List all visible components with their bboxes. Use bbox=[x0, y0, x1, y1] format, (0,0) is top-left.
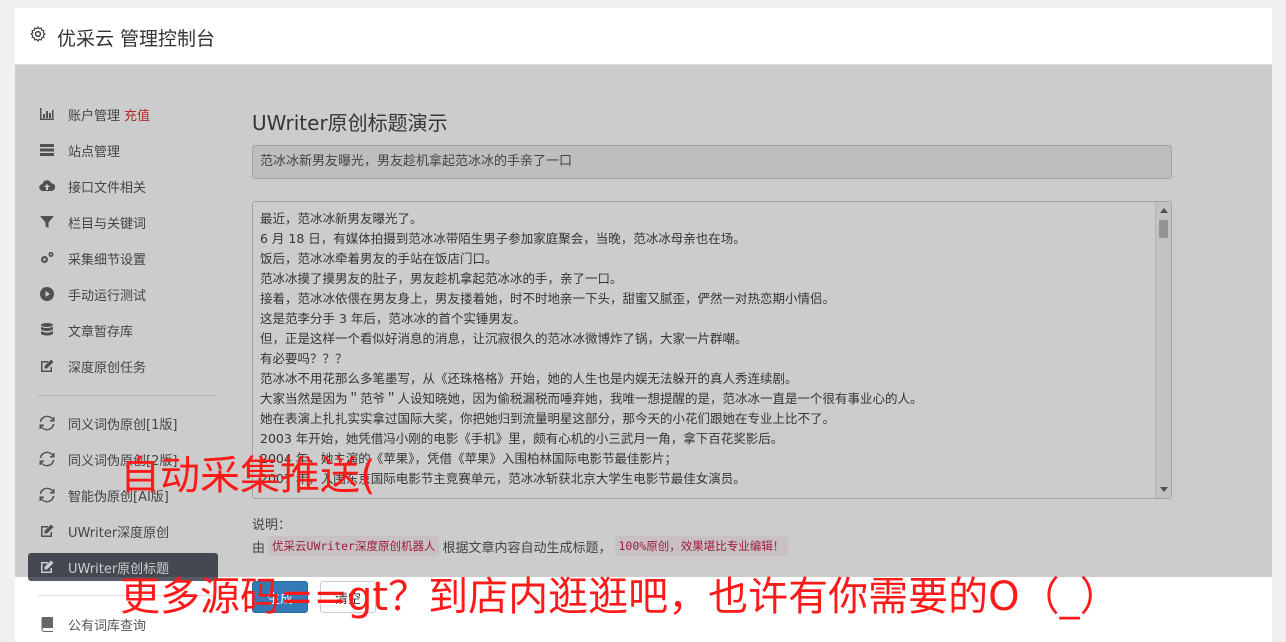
title-field[interactable]: 范冰冰新男友曝光，男友趁机拿起范冰冰的手亲了一口 bbox=[252, 145, 1172, 179]
content-shell: 账户管理 充值 站点管理 接口文件相关 栏目与关键词 采集细节设置 手动运行测试… bbox=[15, 65, 1272, 642]
article-line: 2007 年，入围东京国际电影节主竞赛单元，范冰冰斩获北京大学生电影节最佳女演员… bbox=[260, 471, 746, 486]
sidebar-item-columns-keywords[interactable]: 栏目与关键词 bbox=[28, 208, 218, 236]
sidebar-item-deep-original-task[interactable]: 深度原创任务 bbox=[28, 352, 218, 380]
refresh-icon bbox=[38, 451, 56, 467]
article-line: 最近，范冰冰新男友曝光了。 bbox=[260, 211, 423, 226]
sidebar-item-uwriter-deep[interactable]: UWriter深度原创 bbox=[28, 517, 218, 545]
sidebar-item-account[interactable]: 账户管理 充值 bbox=[28, 100, 218, 128]
watermark-line-1: 自动采集推送( bbox=[120, 453, 376, 499]
sidebar-item-label: 深度原创任务 bbox=[68, 360, 147, 376]
article-line: 饭后，范冰冰牵着男友的手站在饭店门口。 bbox=[260, 251, 498, 266]
edit-icon bbox=[38, 559, 56, 575]
article-line: 2003 年开始，她凭借冯小刚的电影《手机》里，颇有心机的小三武月一角，拿下百花… bbox=[260, 431, 784, 446]
sidebar-item-label: 手动运行测试 bbox=[68, 288, 147, 304]
scroll-thumb[interactable] bbox=[1159, 220, 1168, 238]
article-line: 范冰冰不用花那么多笔墨写，从《还珠格格》开始，她的人生也是内娱无法躲开的真人秀连… bbox=[260, 371, 798, 386]
article-line: 有必要吗？？？ bbox=[260, 351, 348, 366]
app-title: 优采云 管理控制台 bbox=[57, 28, 216, 50]
sidebar-item-sites[interactable]: 站点管理 bbox=[28, 136, 218, 164]
sidebar-item-label: 采集细节设置 bbox=[68, 252, 147, 268]
article-line: 她在表演上扎扎实实拿过国际大奖，你把她归到流量明星这部分，那今天的小花们跟她在专… bbox=[260, 411, 836, 426]
sidebar-item-collect-settings[interactable]: 采集细节设置 bbox=[28, 244, 218, 272]
watermark-line-2: 更多源码==gt？到店内逛逛吧，也许有你需要的O（_） bbox=[120, 574, 1120, 620]
article-line: 2004 年，她主演的《苹果》，凭借《苹果》入围柏林国际电影节最佳影片； bbox=[260, 451, 678, 466]
scrollbar[interactable] bbox=[1155, 202, 1171, 498]
main-panel: UWriter原创标题演示 范冰冰新男友曝光，男友趁机拿起范冰冰的手亲了一口 最… bbox=[252, 65, 1272, 642]
article-line: 大家当然是因为＂范爷＂人设知晓她，因为偷税漏税而唾弃她，我唯一想提醒的是，范冰冰… bbox=[260, 391, 923, 406]
sidebar-item-manual-run[interactable]: 手动运行测试 bbox=[28, 280, 218, 308]
sidebar-item-label: 站点管理 bbox=[68, 144, 121, 160]
sidebar: 账户管理 充值 站点管理 接口文件相关 栏目与关键词 采集细节设置 手动运行测试… bbox=[15, 65, 225, 642]
bar-chart-icon bbox=[38, 106, 56, 122]
filter-icon bbox=[38, 214, 56, 230]
gear-icon bbox=[30, 26, 46, 42]
edit-icon bbox=[38, 358, 56, 374]
sidebar-divider bbox=[38, 395, 216, 396]
page-title: UWriter原创标题演示 bbox=[252, 111, 448, 135]
article-line: 但，正是这样一个看似好消息的消息，让沉寂很久的范冰冰微博炸了锅，大家一片群嘲。 bbox=[260, 331, 748, 346]
note-prefix: 由 bbox=[252, 540, 266, 556]
play-circle-icon bbox=[38, 286, 56, 302]
sidebar-item-synonym-v1[interactable]: 同义词伪原创[1版] bbox=[28, 409, 218, 437]
sidebar-item-label: 文章暂存库 bbox=[68, 324, 134, 340]
book-icon bbox=[38, 616, 56, 632]
sidebar-item-article-cache[interactable]: 文章暂存库 bbox=[28, 316, 218, 344]
article-line: 接着，范冰冰依偎在男友身上，男友搂着她，时不时地亲一下头，甜蜜又腻歪，俨然一对热… bbox=[260, 291, 836, 306]
sidebar-item-interface-files[interactable]: 接口文件相关 bbox=[28, 172, 218, 200]
robot-name-code: 优采云UWriter深度原创机器人 bbox=[268, 536, 440, 556]
cogs-icon bbox=[38, 250, 56, 266]
recharge-link[interactable]: 充值 bbox=[124, 105, 150, 124]
article-content: 最近，范冰冰新男友曝光了。 6 月 18 日，有媒体拍摄到范冰冰带陌生男子参加家庭… bbox=[260, 209, 1151, 489]
article-line: 范冰冰摸了摸男友的肚子，男友趁机拿起范冰冰的手，亲了一口。 bbox=[260, 271, 623, 286]
quality-code: 100%原创，效果堪比专业编辑！ bbox=[614, 536, 789, 556]
cloud-upload-icon bbox=[38, 178, 56, 194]
refresh-icon bbox=[38, 487, 56, 503]
article-line: 这是范李分手 3 年后，范冰冰的首个实锤男友。 bbox=[260, 311, 526, 326]
note-text: 由 优采云UWriter深度原创机器人 根据文章内容自动生成标题， 100%原创… bbox=[252, 536, 791, 556]
server-icon bbox=[38, 142, 56, 158]
refresh-icon bbox=[38, 415, 56, 431]
article-textarea[interactable]: 最近，范冰冰新男友曝光了。 6 月 18 日，有媒体拍摄到范冰冰带陌生男子参加家庭… bbox=[252, 201, 1172, 499]
database-icon bbox=[38, 322, 56, 338]
note-middle: 根据文章内容自动生成标题， bbox=[442, 540, 612, 556]
scroll-down-icon[interactable] bbox=[1160, 487, 1168, 492]
article-line: 6 月 18 日，有媒体拍摄到范冰冰带陌生男子参加家庭聚会，当晚，范冰冰母亲也在… bbox=[260, 231, 746, 246]
sidebar-item-label: 栏目与关键词 bbox=[68, 216, 147, 232]
scroll-up-icon[interactable] bbox=[1160, 208, 1168, 213]
sidebar-item-label: UWriter深度原创 bbox=[68, 525, 170, 541]
note-label: 说明： bbox=[252, 518, 292, 533]
sidebar-item-label: 接口文件相关 bbox=[68, 180, 147, 196]
edit-icon bbox=[38, 523, 56, 539]
top-header: 优采云 管理控制台 bbox=[15, 8, 1272, 65]
sidebar-item-label: 同义词伪原创[1版] bbox=[68, 417, 178, 433]
sidebar-item-label: 账户管理 bbox=[68, 108, 121, 124]
